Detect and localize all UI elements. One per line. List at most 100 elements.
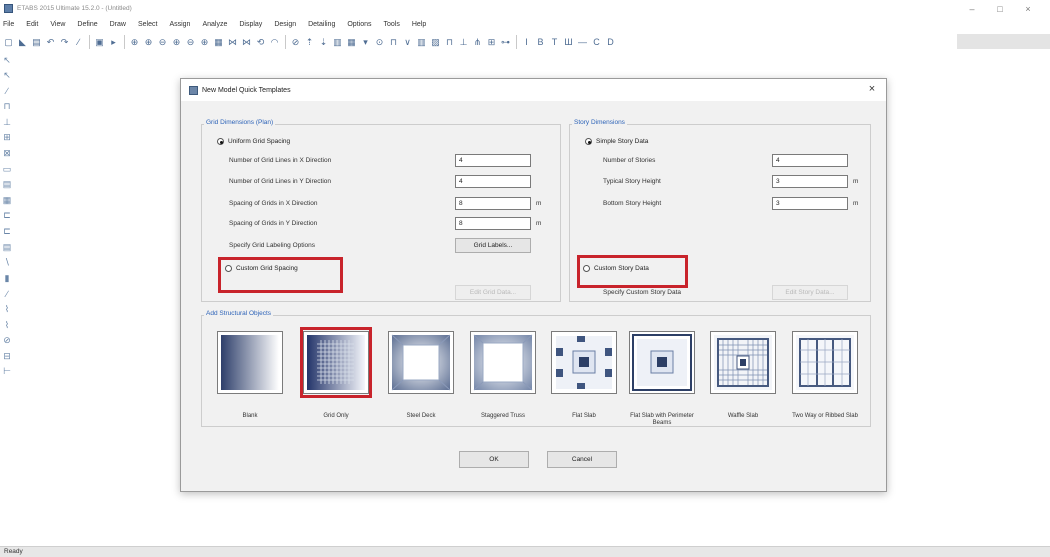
draw-tendon-icon[interactable]: ∕ xyxy=(2,289,12,299)
uniform-grid-spacing-radio[interactable]: Uniform Grid Spacing xyxy=(217,138,290,145)
display-options-icon[interactable]: ▥ xyxy=(331,36,344,49)
grid-spacing-y-input[interactable]: 8 xyxy=(455,217,531,230)
draw-slab-icon[interactable]: ▮ xyxy=(2,273,12,283)
reshape-icon[interactable]: ↖ xyxy=(2,70,12,81)
grid-lines-x-input[interactable]: 4 xyxy=(455,154,531,167)
3d-view-icon[interactable]: ▦ xyxy=(212,36,225,49)
slab-icon[interactable]: ▨ xyxy=(429,36,442,49)
draw-grid-icon[interactable]: ⌇ xyxy=(2,320,12,330)
menu-view[interactable]: View xyxy=(44,21,71,28)
draw-joint-icon[interactable]: ∕ xyxy=(2,86,12,96)
open-icon[interactable]: ◣ xyxy=(16,36,29,49)
beam-icon[interactable]: ∨ xyxy=(401,36,414,49)
draw-reference-icon[interactable]: ⊘ xyxy=(2,335,12,346)
wall-icon[interactable]: ▥ xyxy=(415,36,428,49)
pan-icon[interactable]: ⊕ xyxy=(198,36,211,49)
menu-analyze[interactable]: Analyze xyxy=(196,21,233,28)
display-dropdown-icon[interactable]: ▾ xyxy=(359,36,372,49)
simple-story-data-radio[interactable]: Simple Story Data xyxy=(585,138,648,145)
menu-tools[interactable]: Tools xyxy=(377,21,405,28)
new-model-icon[interactable]: ▢ xyxy=(2,36,15,49)
up-icon[interactable]: ⇡ xyxy=(303,36,316,49)
waffle-slab-template-button[interactable] xyxy=(710,331,776,394)
opening-icon[interactable]: ⊓ xyxy=(443,36,456,49)
draw-tag-icon[interactable]: ⊟ xyxy=(2,351,12,361)
draw-spring-icon[interactable]: ⌇ xyxy=(2,304,12,315)
save-icon[interactable]: ▤ xyxy=(30,36,43,49)
draw-link-icon[interactable]: ⊏ xyxy=(2,226,12,237)
link-icon[interactable]: ⊶ xyxy=(499,36,512,49)
grid-labels-button[interactable]: Grid Labels... xyxy=(455,238,531,253)
elevation-view-icon[interactable]: ⋈ xyxy=(240,36,253,49)
section-icon[interactable]: ⊞ xyxy=(485,36,498,49)
draw-opening-icon[interactable]: ▦ xyxy=(2,195,12,205)
dropdown-i[interactable]: I xyxy=(520,36,533,49)
run-icon[interactable]: ▸ xyxy=(107,36,120,49)
dialog-close-button[interactable]: × xyxy=(864,81,880,97)
menu-display[interactable]: Display xyxy=(233,21,268,28)
menu-edit[interactable]: Edit xyxy=(20,21,44,28)
draw-dimension-icon[interactable]: ▤ xyxy=(2,242,12,252)
grid-spacing-x-input[interactable]: 8 xyxy=(455,197,531,210)
dropdown-dash[interactable]: — xyxy=(576,36,589,49)
redo-icon[interactable]: ↷ xyxy=(58,36,71,49)
menu-detailing[interactable]: Detailing xyxy=(302,21,341,28)
dropdown-c[interactable]: C xyxy=(590,36,603,49)
blank-template-button[interactable] xyxy=(217,331,283,394)
bottom-story-height-input[interactable]: 3 xyxy=(772,197,848,210)
dropdown-d[interactable]: D xyxy=(604,36,617,49)
draw-brace-icon[interactable]: ⊠ xyxy=(2,148,12,159)
frame-icon[interactable]: ⊓ xyxy=(387,36,400,49)
down-icon[interactable]: ⇣ xyxy=(317,36,330,49)
column-icon[interactable]: ⊥ xyxy=(457,36,470,49)
flat-slab-perimeter-beams-template-button[interactable] xyxy=(629,331,695,394)
menu-help[interactable]: Help xyxy=(406,21,432,28)
menu-draw[interactable]: Draw xyxy=(104,21,132,28)
draw-wall-icon[interactable]: ▤ xyxy=(2,179,12,190)
two-way-ribbed-slab-template-button[interactable] xyxy=(792,331,858,394)
draw-floor-icon[interactable]: ▭ xyxy=(2,164,12,174)
draw-misc-icon[interactable]: ⊢ xyxy=(2,366,12,377)
dropdown-b[interactable]: B xyxy=(534,36,547,49)
plan-view-icon[interactable]: ⋈ xyxy=(226,36,239,49)
zoom-extents-icon[interactable]: ⊖ xyxy=(184,36,197,49)
edit-story-data-button[interactable]: Edit Story Data... xyxy=(772,285,848,300)
ok-button[interactable]: OK xyxy=(459,451,529,468)
lock-icon[interactable]: ▣ xyxy=(93,36,106,49)
close-button[interactable]: × xyxy=(1014,0,1042,17)
assign-icon[interactable]: ⊙ xyxy=(373,36,386,49)
dropdown-t[interactable]: T xyxy=(548,36,561,49)
zoom-window-icon[interactable]: ⊕ xyxy=(128,36,141,49)
brace-icon[interactable]: ⋔ xyxy=(471,36,484,49)
perspective-icon[interactable]: ◠ xyxy=(268,36,281,49)
object-shrink-icon[interactable]: ⊘ xyxy=(289,36,302,49)
number-of-stories-input[interactable]: 4 xyxy=(772,154,848,167)
menu-assign[interactable]: Assign xyxy=(163,21,196,28)
rotate-icon[interactable]: ⟲ xyxy=(254,36,267,49)
edit-icon[interactable]: ∕ xyxy=(72,36,85,49)
cancel-button[interactable]: Cancel xyxy=(547,451,617,468)
grid-icon[interactable]: ▦ xyxy=(345,36,358,49)
zoom-in-icon[interactable]: ⊕ xyxy=(142,36,155,49)
dropdown-w[interactable]: Ш xyxy=(562,36,575,49)
menu-options[interactable]: Options xyxy=(341,21,377,28)
edit-grid-data-button[interactable]: Edit Grid Data... xyxy=(455,285,531,300)
zoom-out-icon[interactable]: ⊖ xyxy=(156,36,169,49)
undo-icon[interactable]: ↶ xyxy=(44,36,57,49)
draw-beam-icon[interactable]: ⊞ xyxy=(2,132,12,143)
draw-section-icon[interactable]: ⊏ xyxy=(2,210,12,221)
draw-line-icon[interactable]: ∖ xyxy=(2,257,12,268)
minimize-button[interactable]: – xyxy=(958,0,986,17)
flat-slab-template-button[interactable] xyxy=(551,331,617,394)
menu-select[interactable]: Select xyxy=(132,21,163,28)
draw-column-icon[interactable]: ⊥ xyxy=(2,117,12,127)
maximize-button[interactable]: □ xyxy=(986,0,1014,17)
steel-deck-template-button[interactable] xyxy=(388,331,454,394)
staggered-truss-template-button[interactable] xyxy=(470,331,536,394)
typical-story-height-input[interactable]: 3 xyxy=(772,175,848,188)
menu-file[interactable]: File xyxy=(0,21,20,28)
draw-frame-icon[interactable]: ⊓ xyxy=(2,101,12,112)
menu-define[interactable]: Define xyxy=(71,21,103,28)
menu-design[interactable]: Design xyxy=(268,21,302,28)
pointer-icon[interactable]: ↖ xyxy=(2,55,12,65)
